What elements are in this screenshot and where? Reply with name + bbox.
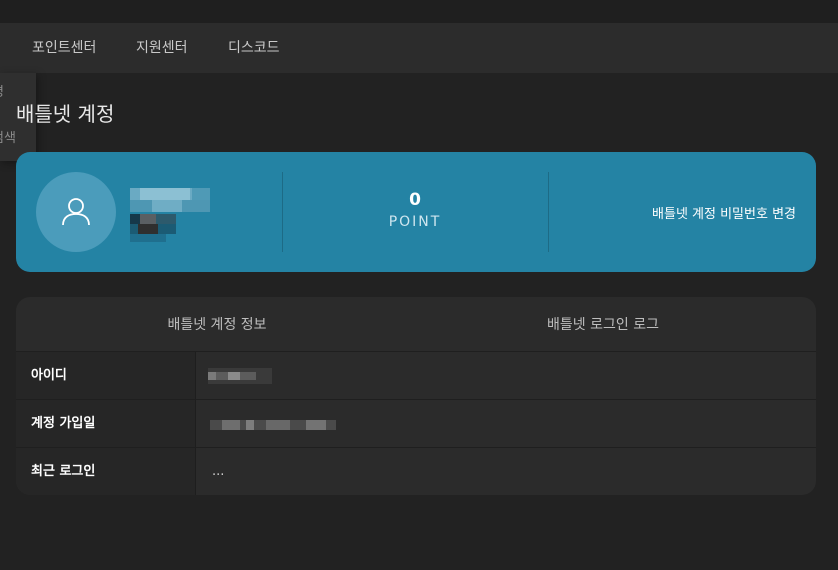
user-detail-redacted: [130, 214, 176, 242]
tab-login-log[interactable]: 배틀넷 로그인 로그: [416, 297, 790, 352]
side-menu-item[interactable]: 명: [0, 81, 4, 100]
top-strip: [0, 0, 838, 23]
point-label: POINT: [388, 214, 442, 230]
row-label: 최근 로그인: [16, 448, 196, 495]
account-info-card: 배틀넷 계정 정보 배틀넷 로그인 로그 아이디 계정 가입일 최근 로그인 .…: [16, 297, 816, 495]
info-tabs: 배틀넷 계정 정보 배틀넷 로그인 로그: [16, 297, 816, 352]
tab-account-info[interactable]: 배틀넷 계정 정보: [30, 297, 404, 352]
id-redacted: [208, 368, 272, 384]
profile-divider: [282, 172, 283, 252]
table-row: 아이디: [16, 351, 816, 400]
top-navigation: 포인트센터 지원센터 디스코드: [0, 23, 838, 73]
profile-card: 0 POINT 배틀넷 계정 비밀번호 변경: [16, 152, 816, 272]
table-row: 최근 로그인 ...: [16, 447, 816, 495]
username-redacted: [130, 188, 210, 212]
row-label: 계정 가입일: [16, 400, 196, 448]
user-icon: [62, 198, 90, 226]
row-label: 아이디: [16, 352, 196, 400]
row-value: ...: [212, 464, 225, 479]
nav-discord[interactable]: 디스코드: [228, 23, 280, 73]
avatar: [36, 172, 116, 252]
join-date-redacted: [210, 420, 336, 430]
point-value: 0: [409, 190, 421, 210]
change-password-link[interactable]: 배틀넷 계정 비밀번호 변경: [652, 203, 796, 222]
nav-support-center[interactable]: 지원센터: [136, 23, 188, 73]
side-menu-item[interactable]: 검색: [0, 127, 16, 146]
page-title: 배틀넷 계정: [16, 102, 115, 126]
nav-point-center[interactable]: 포인트센터: [32, 23, 96, 73]
table-row: 계정 가입일: [16, 399, 816, 448]
profile-divider: [548, 172, 549, 252]
